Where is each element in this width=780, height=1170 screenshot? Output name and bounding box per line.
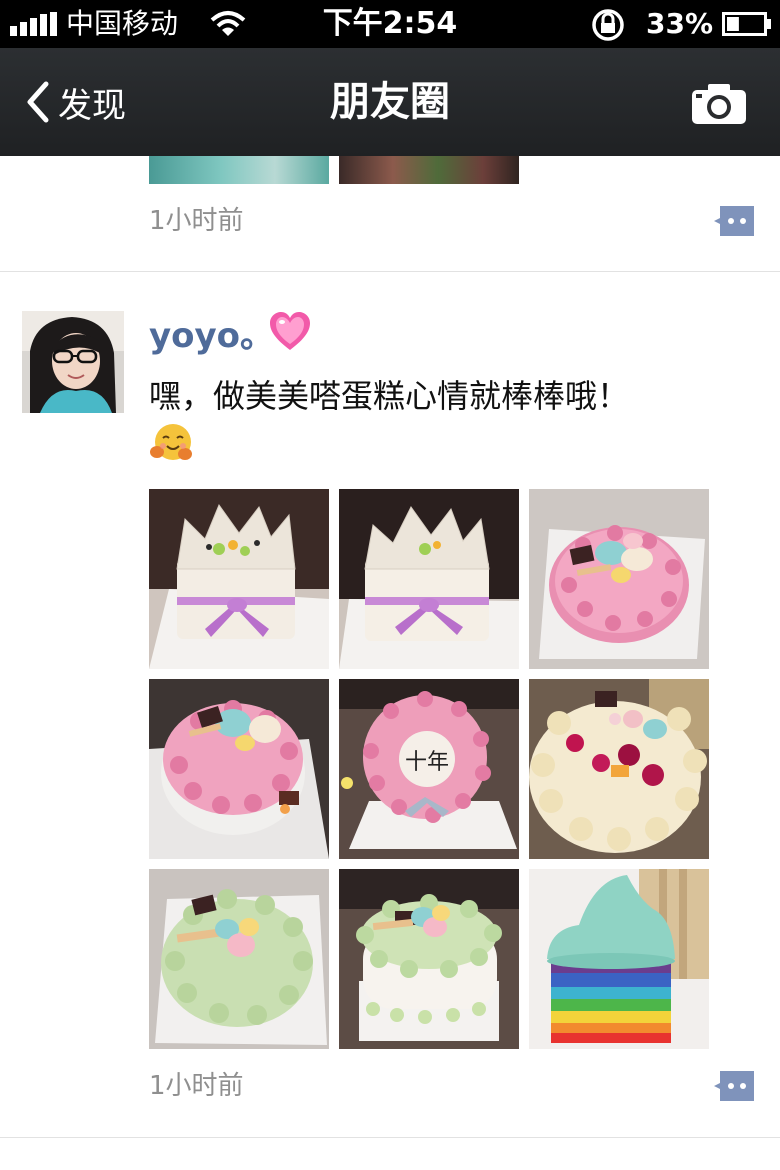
post-text: 嘿，做美美嗒蛋糕心情就棒棒哦！ xyxy=(149,377,630,415)
cake-photo-4[interactable] xyxy=(149,679,329,859)
cake-photo-3[interactable] xyxy=(529,489,709,669)
previous-post-time: 1小时前 xyxy=(149,206,244,236)
page-title: 朋友圈 xyxy=(330,79,450,125)
rotation-lock-icon xyxy=(592,9,624,41)
post-divider xyxy=(0,271,780,272)
cake-photo-5[interactable]: 十年 xyxy=(339,679,519,859)
post-time: 1小时前 xyxy=(149,1071,244,1101)
cake-photo-6[interactable] xyxy=(529,679,709,859)
status-bar: 中国移动 下午2:54 33% xyxy=(0,0,780,48)
previous-post-photo[interactable] xyxy=(149,156,329,184)
battery-level xyxy=(727,17,739,31)
battery-percent: 33% xyxy=(646,7,714,40)
heart-icon xyxy=(270,312,310,350)
battery-icon xyxy=(722,12,771,36)
camera-icon[interactable] xyxy=(690,82,748,126)
comment-icon[interactable] xyxy=(714,1069,756,1103)
cake-inscription: 十年 xyxy=(405,750,449,775)
post-divider xyxy=(0,1137,780,1138)
cake-photo-9[interactable] xyxy=(529,869,709,1049)
previous-post-photo[interactable] xyxy=(339,156,519,184)
avatar[interactable] xyxy=(22,311,124,413)
cake-photo-1[interactable] xyxy=(149,489,329,669)
cake-photo-2[interactable] xyxy=(339,489,519,669)
hugging-face-icon xyxy=(150,424,192,460)
post-username[interactable]: yoyo。 xyxy=(149,314,274,358)
cake-photo-8[interactable] xyxy=(339,869,519,1049)
comment-icon[interactable] xyxy=(714,204,756,238)
cake-photo-7[interactable] xyxy=(149,869,329,1049)
navigation-bar: 发现 朋友圈 xyxy=(0,48,780,156)
